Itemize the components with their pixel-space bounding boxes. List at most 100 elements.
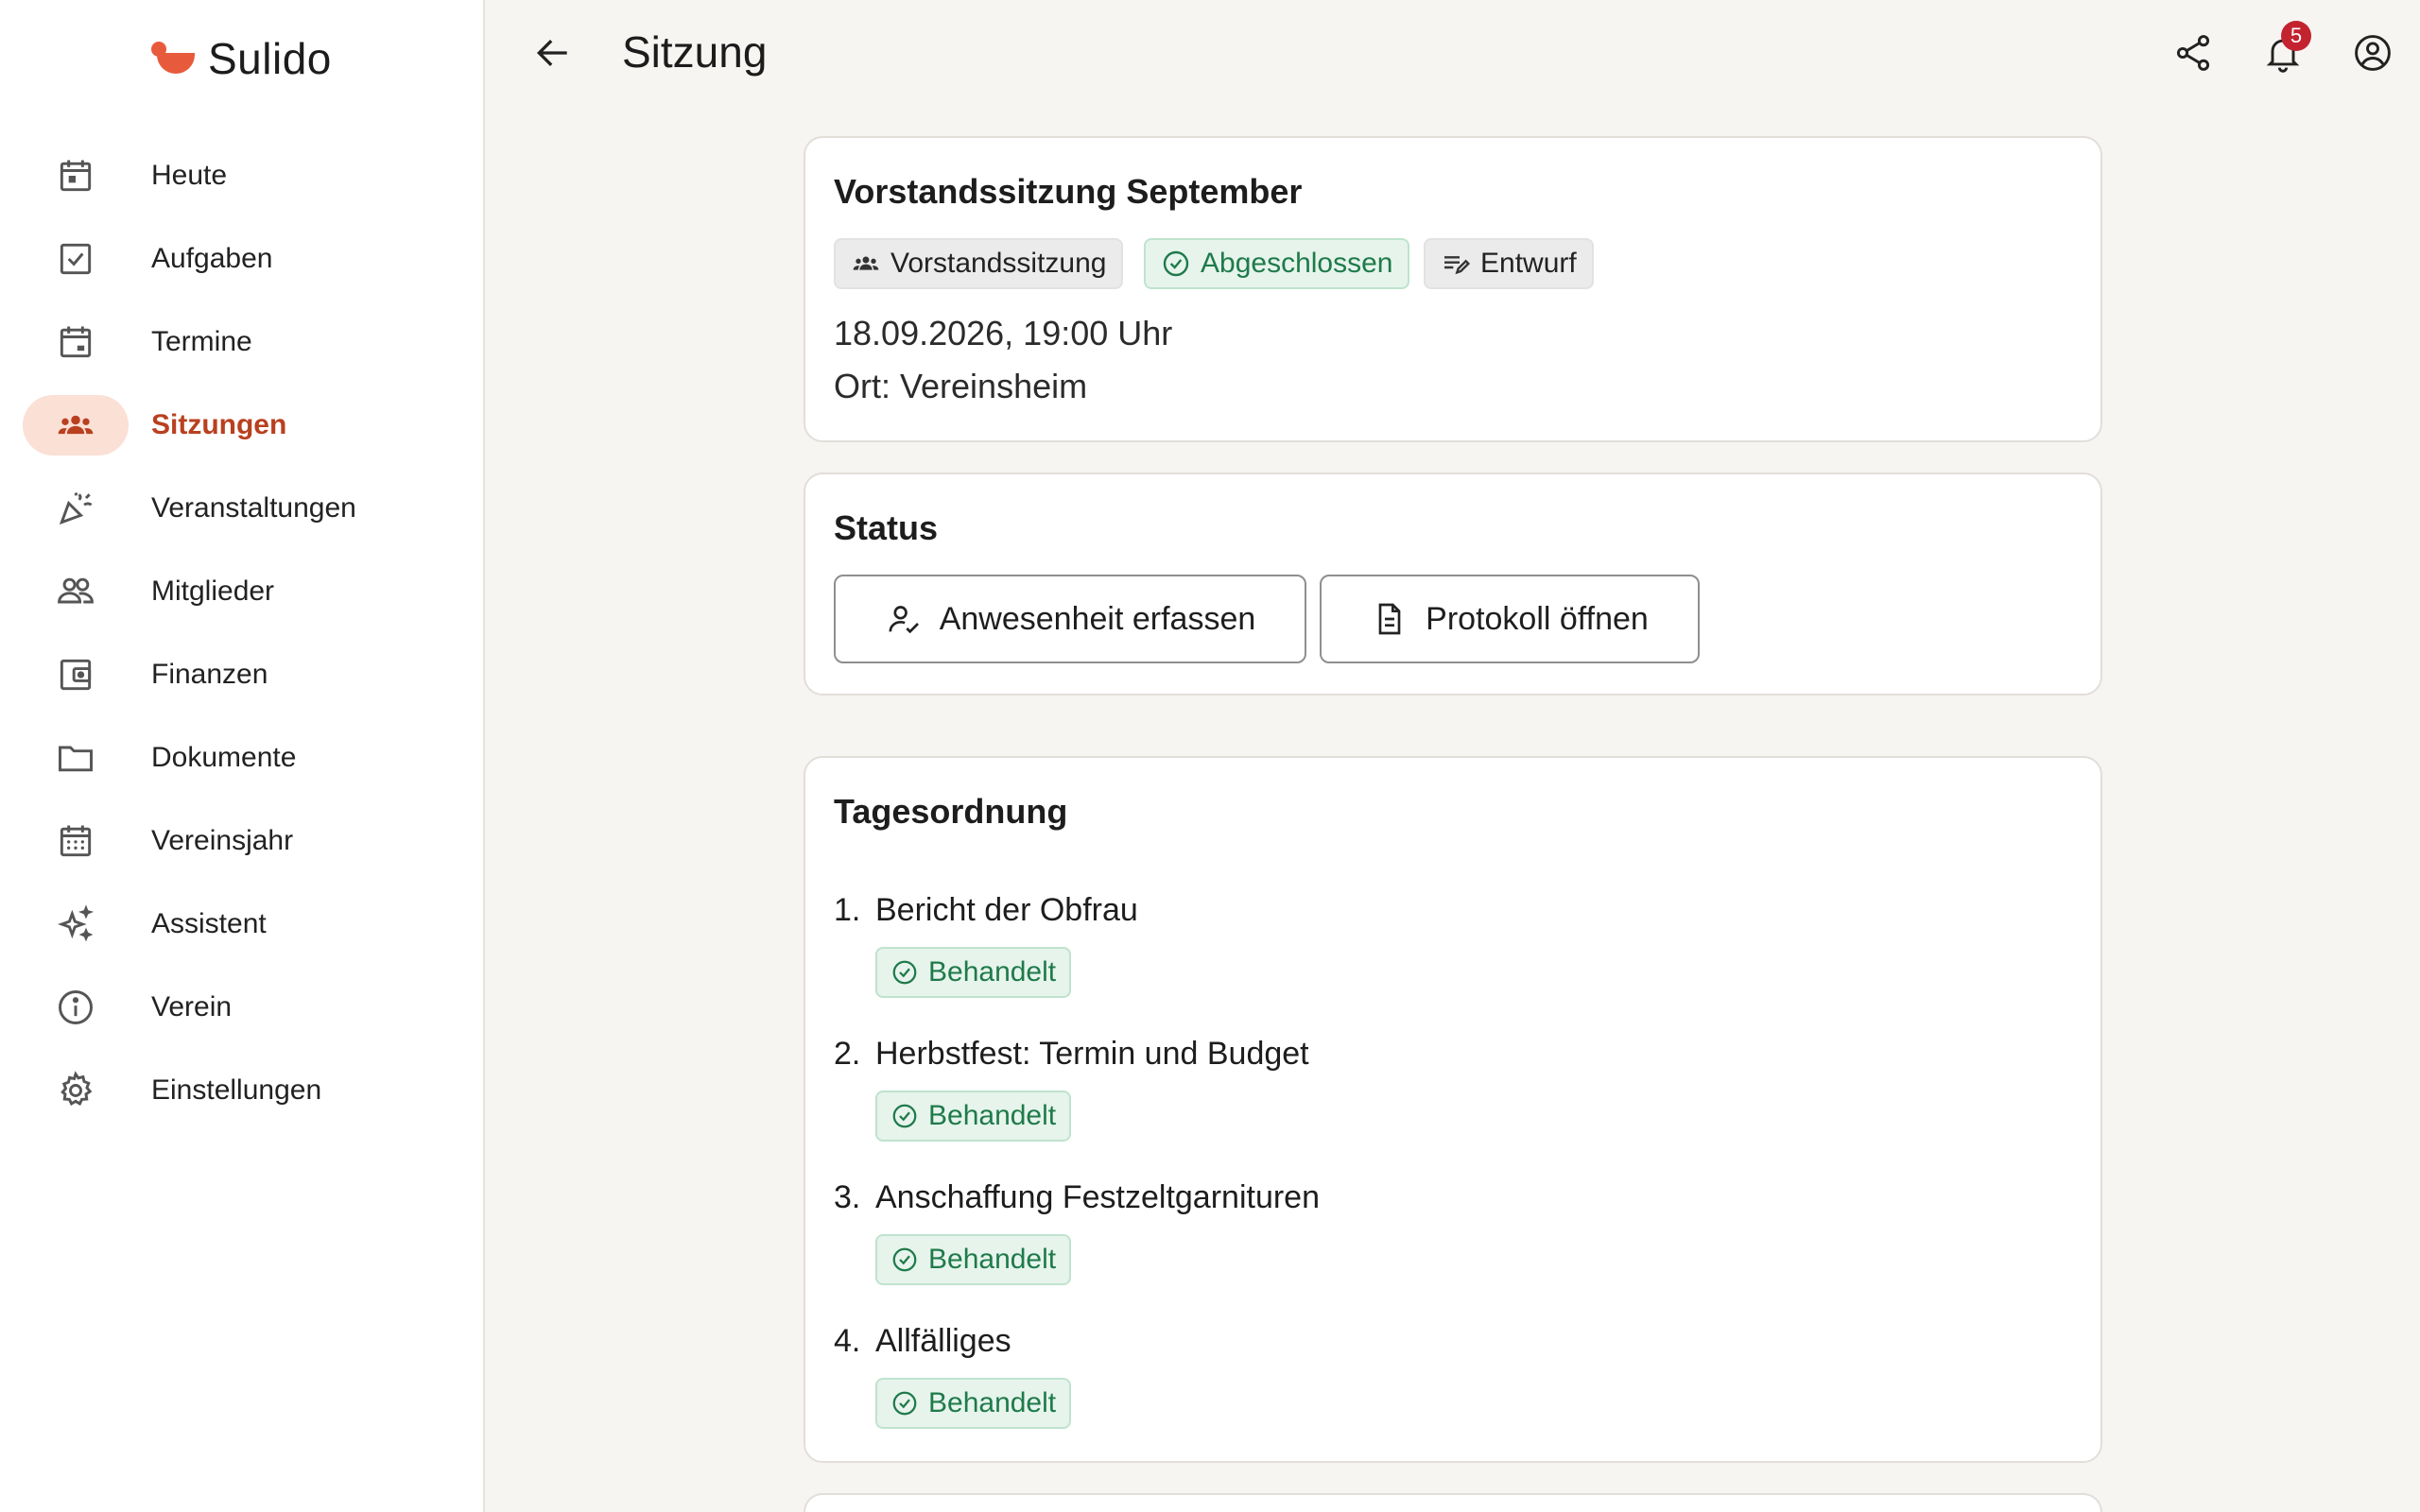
brand-name: Sulido [208, 34, 332, 83]
status-title: Status [834, 508, 939, 547]
agenda-card: Tagesordnung 1. Bericht der Obfrau Behan… [804, 756, 2102, 1463]
sidebar-item-label: Veranstaltungen [151, 492, 356, 524]
chip-label: Abgeschlossen [1201, 248, 1393, 279]
check-circle-icon [892, 1391, 917, 1416]
celebration-icon [23, 478, 129, 539]
agenda-item-title: Allfälliges [875, 1323, 1011, 1359]
wallet-icon [23, 644, 129, 705]
sidebar-item-heute[interactable]: Heute [0, 134, 485, 217]
calendar-event-icon [23, 312, 129, 372]
gear-icon [23, 1060, 129, 1121]
agenda-item-title: Anschaffung Festzeltgarnituren [875, 1179, 1320, 1215]
folder-icon [23, 728, 129, 788]
agenda-item-number: 1. [834, 892, 861, 928]
share-icon [2176, 35, 2210, 71]
sidebar-item-label: Mitglieder [151, 576, 275, 607]
calendar-today-icon [23, 146, 129, 206]
meeting-datetime: 18.09.2026, 19:00 Uhr [834, 314, 1173, 352]
attendance-button-label: Anwesenheit erfassen [939, 600, 1256, 637]
notification-badge: 5 [2281, 21, 2311, 51]
chip-label: Vorstandssitzung [890, 248, 1107, 279]
sidebar-item-aufgaben[interactable]: Aufgaben [0, 217, 485, 301]
agenda-item-title: Bericht der Obfrau [875, 892, 1138, 928]
notifications-button[interactable]: 5 [2253, 21, 2313, 81]
sidebar-item-vereinsjahr[interactable]: Vereinsjahr [0, 799, 485, 883]
groups-icon [853, 256, 879, 270]
sidebar-item-label: Vereinsjahr [151, 825, 294, 856]
sidebar-item-verein[interactable]: Verein [0, 966, 485, 1049]
agenda-item-status: Behandelt [875, 1378, 1072, 1429]
people-icon [23, 561, 129, 622]
edit-note-icon [1444, 256, 1471, 275]
sidebar-item-sitzungen[interactable]: Sitzungen [0, 384, 485, 467]
checkbox-icon [23, 229, 129, 289]
meeting-card: Vorstandssitzung September Vorstandssitz… [804, 136, 2102, 442]
back-button[interactable] [515, 25, 591, 81]
sidebar-item-label: Aufgaben [151, 243, 273, 274]
agenda-item[interactable]: 2. Herbstfest: Termin und Budget Behande… [834, 1036, 2063, 1168]
sidebar-item-veranstaltungen[interactable]: Veranstaltungen [0, 467, 485, 550]
sparkle-icon [23, 894, 129, 954]
chip-meeting-type: Vorstandssitzung [834, 238, 1124, 289]
brand-logo-icon [151, 40, 195, 77]
sidebar-item-einstellungen[interactable]: Einstellungen [0, 1049, 485, 1132]
brand[interactable]: Sulido [151, 28, 332, 89]
agenda-item-status-label: Behandelt [928, 1387, 1057, 1418]
sidebar-item-label: Assistent [151, 908, 267, 939]
sidebar-item-label: Sitzungen [151, 409, 287, 440]
app-root: Sulido Heute Aufgaben Termine Sitzungen … [0, 0, 2420, 1512]
agenda-item-status-label: Behandelt [928, 1100, 1057, 1131]
account-button[interactable] [2342, 25, 2403, 81]
next-card [804, 1493, 2102, 1512]
agenda-item-status-label: Behandelt [928, 956, 1057, 988]
check-circle-icon [1163, 250, 1189, 277]
meeting-location: Ort: Vereinsheim [834, 367, 1088, 405]
agenda-item-status: Behandelt [875, 1234, 1072, 1285]
agenda-item-status-label: Behandelt [928, 1244, 1057, 1275]
agenda-title: Tagesordnung [834, 792, 1068, 831]
check-circle-icon [892, 1247, 917, 1272]
agenda-item-number: 4. [834, 1323, 861, 1359]
chip-label: Entwurf [1480, 248, 1577, 279]
calendar-month-icon [23, 811, 129, 871]
groups-icon [23, 395, 129, 455]
agenda-item-title: Herbstfest: Termin und Budget [875, 1036, 1309, 1072]
chip-protocol: Entwurf [1424, 238, 1594, 289]
open-protocol-button[interactable]: Protokoll öffnen [1320, 575, 1700, 663]
agenda-item[interactable]: 3. Anschaffung Festzeltgarnituren Behand… [834, 1179, 2063, 1312]
sidebar-item-finanzen[interactable]: Finanzen [0, 633, 485, 716]
account-circle-icon [2355, 35, 2391, 71]
open-protocol-button-label: Protokoll öffnen [1426, 600, 1649, 637]
sidebar: Sulido Heute Aufgaben Termine Sitzungen … [0, 0, 485, 1512]
agenda-item[interactable]: 1. Bericht der Obfrau Behandelt [834, 892, 2063, 1024]
top-bar: Sitzung 5 [487, 0, 2420, 106]
sidebar-item-assistent[interactable]: Assistent [0, 883, 485, 966]
sidebar-item-label: Heute [151, 160, 228, 191]
sidebar-item-mitglieder[interactable]: Mitglieder [0, 550, 485, 633]
sidebar-item-label: Dokumente [151, 742, 297, 773]
arrow-left-icon [536, 39, 567, 67]
chip-status: Abgeschlossen [1144, 238, 1410, 289]
agenda-item[interactable]: 4. Allfälliges Behandelt [834, 1323, 2063, 1455]
sidebar-nav: Heute Aufgaben Termine Sitzungen Veranst… [0, 134, 485, 1132]
status-card: Status Anwesenheit erfassen Protokoll öf… [804, 472, 2102, 696]
page-title: Sitzung [622, 27, 768, 77]
agenda-item-number: 3. [834, 1179, 861, 1215]
agenda-item-status: Behandelt [875, 1091, 1072, 1142]
sidebar-item-label: Einstellungen [151, 1074, 322, 1106]
agenda-item-number: 2. [834, 1036, 861, 1072]
agenda-item-status: Behandelt [875, 947, 1072, 998]
share-button[interactable] [2163, 25, 2223, 81]
meeting-title: Vorstandssitzung September [834, 172, 1303, 211]
sidebar-item-label: Termine [151, 326, 252, 357]
sidebar-item-dokumente[interactable]: Dokumente [0, 716, 485, 799]
check-circle-icon [892, 960, 917, 985]
info-icon [23, 977, 129, 1038]
sidebar-item-termine[interactable]: Termine [0, 301, 485, 384]
sidebar-item-label: Finanzen [151, 659, 268, 690]
document-icon [1378, 603, 1401, 635]
sidebar-item-label: Verein [151, 991, 233, 1022]
check-circle-icon [892, 1104, 917, 1128]
attendance-button[interactable]: Anwesenheit erfassen [834, 575, 1306, 663]
person-check-icon [889, 606, 919, 634]
